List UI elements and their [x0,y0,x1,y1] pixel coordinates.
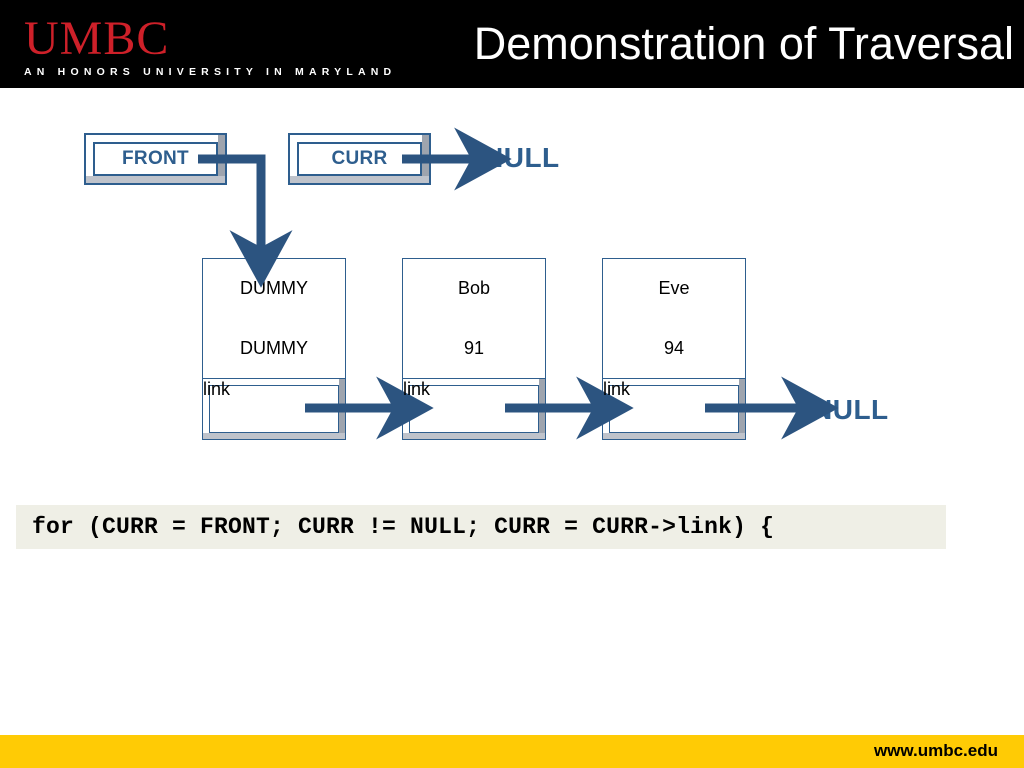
bevel-bottom-edge [603,433,745,439]
header-bar: UMBC AN HONORS UNIVERSITY IN MARYLAND De… [0,0,1024,88]
list-node: Eve 94 link [602,258,746,440]
list-node: Bob 91 link [402,258,546,440]
curr-pointer-box: CURR [288,133,431,185]
bevel-inner-face [93,142,218,176]
bevel-right-edge [739,379,745,439]
node-value-cell: 91 [402,318,546,380]
node-link-label: link [203,379,231,399]
bevel-bottom-edge [86,176,225,183]
node-link-label: link [603,379,631,399]
umbc-logo: UMBC AN HONORS UNIVERSITY IN MARYLAND [24,12,397,79]
node-link-label: link [403,379,431,399]
bevel-inner-face [297,142,422,176]
footer-bar: www.umbc.edu [0,735,1024,768]
null-label-curr: NULL [483,142,560,173]
bevel-bottom-edge [290,176,429,183]
bevel-right-edge [339,379,345,439]
node-name-cell: Bob [402,258,546,318]
bevel-top-edge [86,135,225,142]
code-block: for (CURR = FRONT; CURR != NULL; CURR = … [16,505,946,549]
node-name-cell: Eve [602,258,746,318]
node-link-cell: link [602,378,746,440]
node-value-cell: 94 [602,318,746,380]
list-node: DUMMY DUMMY link [202,258,346,440]
node-link-cell: link [202,378,346,440]
null-label-tail: NULL [812,394,889,425]
page-title: Demonstration of Traversal [473,18,1014,69]
code-line: for (CURR = FRONT; CURR != NULL; CURR = … [32,514,775,540]
umbc-logo-wordmark: UMBC [24,12,170,65]
node-name-cell: DUMMY [202,258,346,318]
bevel-bottom-edge [203,433,345,439]
bevel-right-edge [539,379,545,439]
footer-url: www.umbc.edu [873,741,998,760]
front-pointer-box: FRONT [84,133,227,185]
umbc-logo-tagline: AN HONORS UNIVERSITY IN MARYLAND [24,66,397,78]
bevel-bottom-edge [403,433,545,439]
node-value-cell: DUMMY [202,318,346,380]
node-link-cell: link [402,378,546,440]
bevel-top-edge [290,135,429,142]
